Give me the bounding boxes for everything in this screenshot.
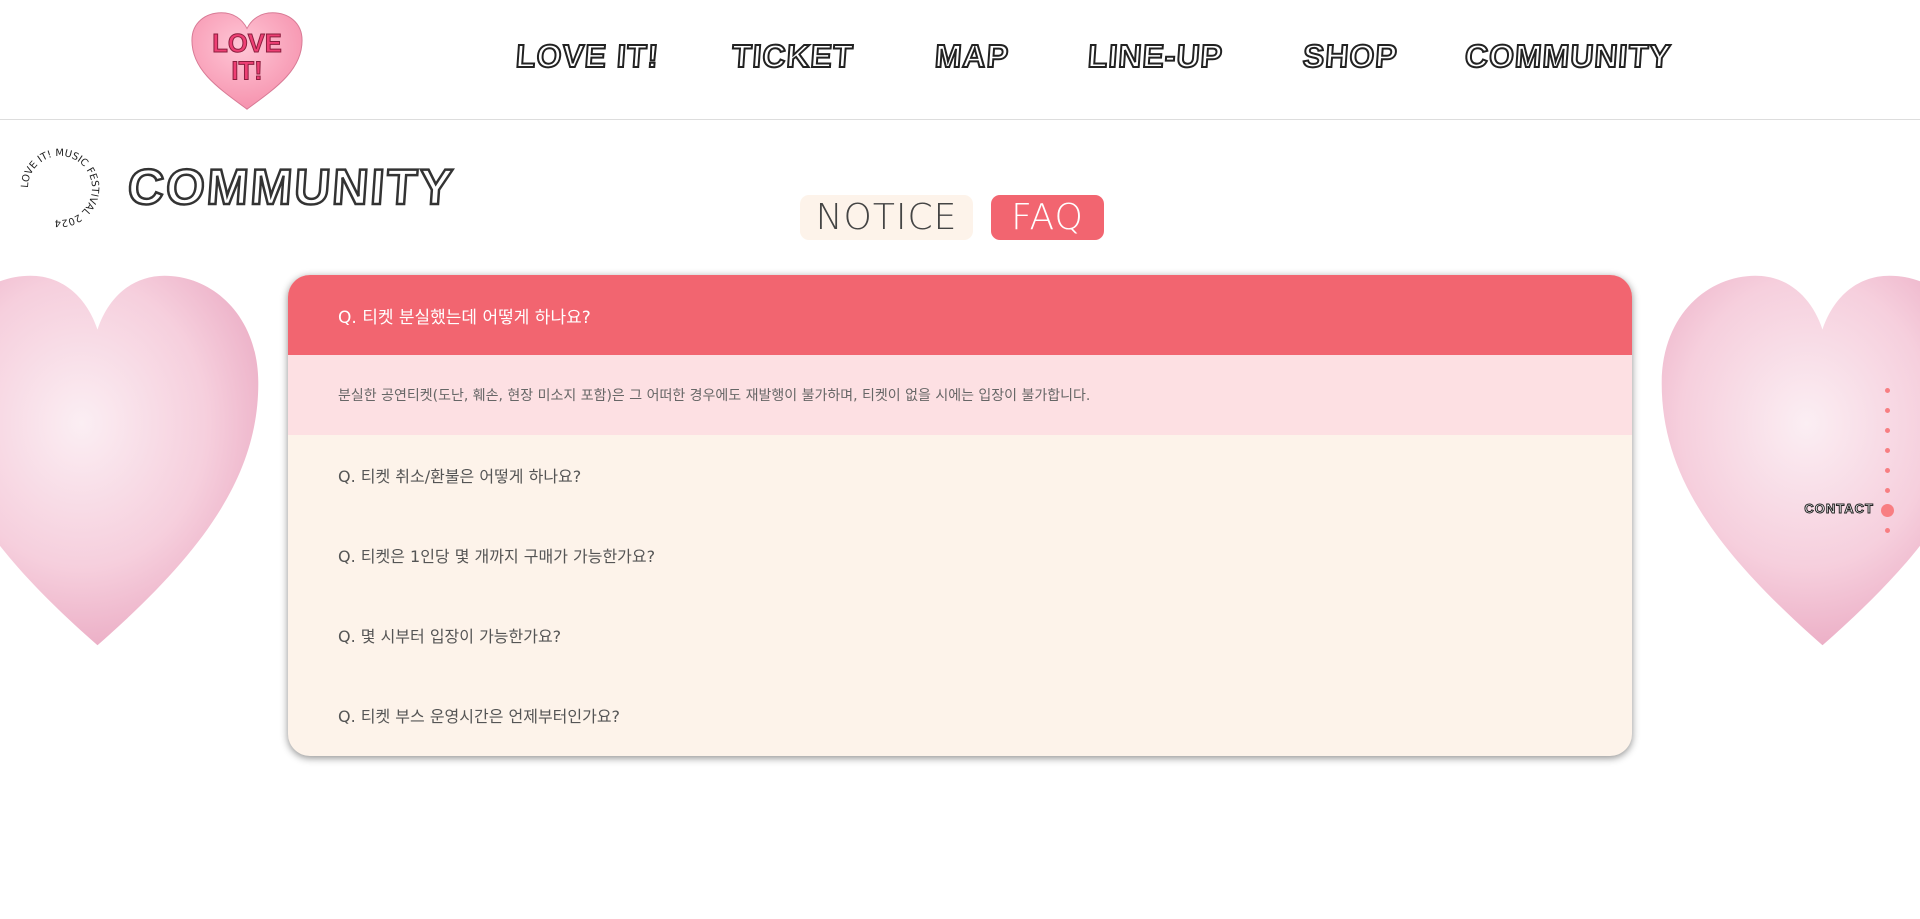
- faq-list: Q. 티켓 분실했는데 어떻게 하나요? 분실한 공연티켓(도난, 훼손, 현장…: [288, 275, 1632, 756]
- side-section-nav: CONTACT: [1800, 380, 1920, 540]
- nav-shop[interactable]: SHOP: [1301, 37, 1400, 75]
- section-dot[interactable]: [1885, 428, 1890, 433]
- faq-question[interactable]: Q. 티켓 취소/환불은 어떻게 하나요?: [288, 435, 1632, 515]
- section-dot[interactable]: [1885, 388, 1890, 393]
- rotating-festival-badge: LOVE IT! MUSIC FESTIVAL 2024: [18, 146, 102, 230]
- faq-question[interactable]: Q. 몇 시부터 입장이 가능한가요?: [288, 595, 1632, 675]
- nav-map[interactable]: MAP: [933, 37, 1012, 75]
- section-dot[interactable]: [1885, 468, 1890, 473]
- main-nav: LOVE IT! TICKET MAP LINE-UP SHOP COMMUNI…: [0, 37, 1920, 82]
- nav-ticket[interactable]: TICKET: [730, 37, 856, 75]
- section-dot[interactable]: [1885, 448, 1890, 453]
- nav-community[interactable]: COMMUNITY: [1463, 37, 1674, 75]
- svg-text:LOVE IT! MUSIC FESTIVAL 2024: LOVE IT! MUSIC FESTIVAL 2024: [20, 148, 100, 228]
- page-title: COMMUNITY: [125, 158, 458, 217]
- decorative-heart-left: [0, 268, 265, 653]
- faq-question[interactable]: Q. 티켓은 1인당 몇 개까지 구매가 가능한가요?: [288, 515, 1632, 595]
- tab-notice[interactable]: NOTICE: [800, 195, 973, 240]
- section-dot-active[interactable]: [1881, 504, 1894, 517]
- faq-question-open[interactable]: Q. 티켓 분실했는데 어떻게 하나요?: [288, 275, 1632, 355]
- tab-faq[interactable]: FAQ: [991, 195, 1104, 240]
- nav-love-it[interactable]: LOVE IT!: [514, 37, 662, 75]
- faq-answer: 분실한 공연티켓(도난, 훼손, 현장 미소지 포함)은 그 어떠한 경우에도 …: [288, 355, 1632, 435]
- section-dot[interactable]: [1885, 488, 1890, 493]
- nav-line-up[interactable]: LINE-UP: [1086, 37, 1226, 75]
- site-header: LOVE IT! LOVE IT! TICKET MAP LINE-UP SHO…: [0, 0, 1920, 120]
- section-dot[interactable]: [1885, 528, 1890, 533]
- section-label-contact[interactable]: CONTACT: [1804, 501, 1874, 517]
- faq-question[interactable]: Q. 티켓 부스 운영시간은 언제부터인가요?: [288, 675, 1632, 755]
- section-dot[interactable]: [1885, 408, 1890, 413]
